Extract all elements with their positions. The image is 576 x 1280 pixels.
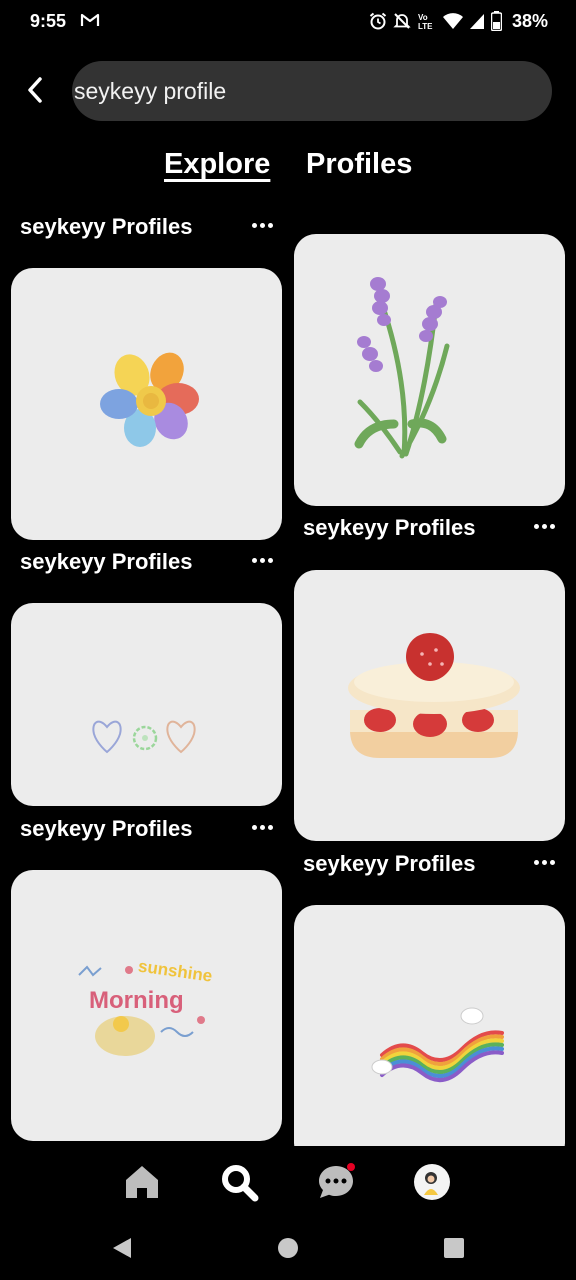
system-recents-icon[interactable] (443, 1237, 465, 1259)
rainbow-ribbon-image (371, 1007, 504, 1082)
volte-icon: Vo LTE (418, 13, 433, 31)
tab-explore[interactable]: Explore (164, 148, 270, 181)
pin-card-sunshine-morning[interactable]: sunshine Morning (11, 870, 282, 1141)
signal-icon (469, 14, 484, 29)
svg-text:LTE: LTE (418, 22, 433, 31)
pin-caption[interactable]: seykeyy Profiles (303, 515, 475, 541)
alarm-icon (369, 12, 387, 30)
status-icons: Vo LTE 38% (369, 10, 548, 32)
bottom-navigation (0, 1146, 576, 1216)
battery-percentage: 38% (511, 10, 548, 31)
sunshine-morning-image: sunshine Morning (78, 956, 214, 1056)
more-options-icon[interactable] (249, 553, 275, 567)
hearts-and-flower-image (92, 720, 196, 754)
mute-icon (393, 13, 411, 29)
pin-card-hearts-and-flower[interactable] (11, 603, 282, 806)
gmail-icon (80, 13, 100, 26)
pin-card-lavender[interactable] (294, 234, 565, 506)
search-input[interactable] (74, 78, 514, 105)
strawberry-cake-image (348, 633, 520, 758)
pin-card-rainbow-ribbon[interactable] (294, 905, 565, 1165)
pin-caption[interactable]: seykeyy Profiles (20, 549, 192, 575)
more-options-icon[interactable] (249, 820, 275, 834)
system-back-icon[interactable] (110, 1236, 134, 1260)
home-icon[interactable] (122, 1162, 162, 1202)
pin-caption[interactable]: seykeyy Profiles (303, 851, 475, 877)
system-home-icon[interactable] (277, 1237, 299, 1259)
back-button[interactable] (18, 72, 52, 108)
wifi-icon (442, 13, 463, 29)
svg-text:Vo: Vo (418, 13, 428, 22)
lavender-image (354, 277, 450, 459)
messages-icon[interactable] (316, 1162, 356, 1202)
more-options-icon[interactable] (249, 218, 275, 232)
pin-card-strawberry-cake[interactable] (294, 570, 565, 841)
rainbow-flower-image (100, 352, 199, 447)
battery-icon (490, 11, 502, 31)
search-bar[interactable] (72, 61, 552, 121)
system-navigation (0, 1216, 576, 1280)
profile-avatar[interactable] (412, 1162, 452, 1202)
status-time: 9:55 (30, 11, 67, 31)
pin-card-rainbow-flower[interactable] (11, 268, 282, 540)
pin-caption[interactable]: seykeyy Profiles (20, 816, 192, 842)
pin-caption[interactable]: seykeyy Profiles (20, 214, 192, 240)
more-options-icon[interactable] (531, 855, 557, 869)
chevron-left-icon (28, 77, 42, 103)
status-bar: 9:55 Vo LTE 38% (0, 0, 576, 44)
sunshine-art-text: sunshine (137, 956, 214, 985)
search-icon[interactable] (219, 1162, 259, 1202)
more-options-icon[interactable] (531, 519, 557, 533)
morning-art-text: Morning (89, 987, 184, 1014)
tab-profiles[interactable]: Profiles (306, 148, 412, 181)
